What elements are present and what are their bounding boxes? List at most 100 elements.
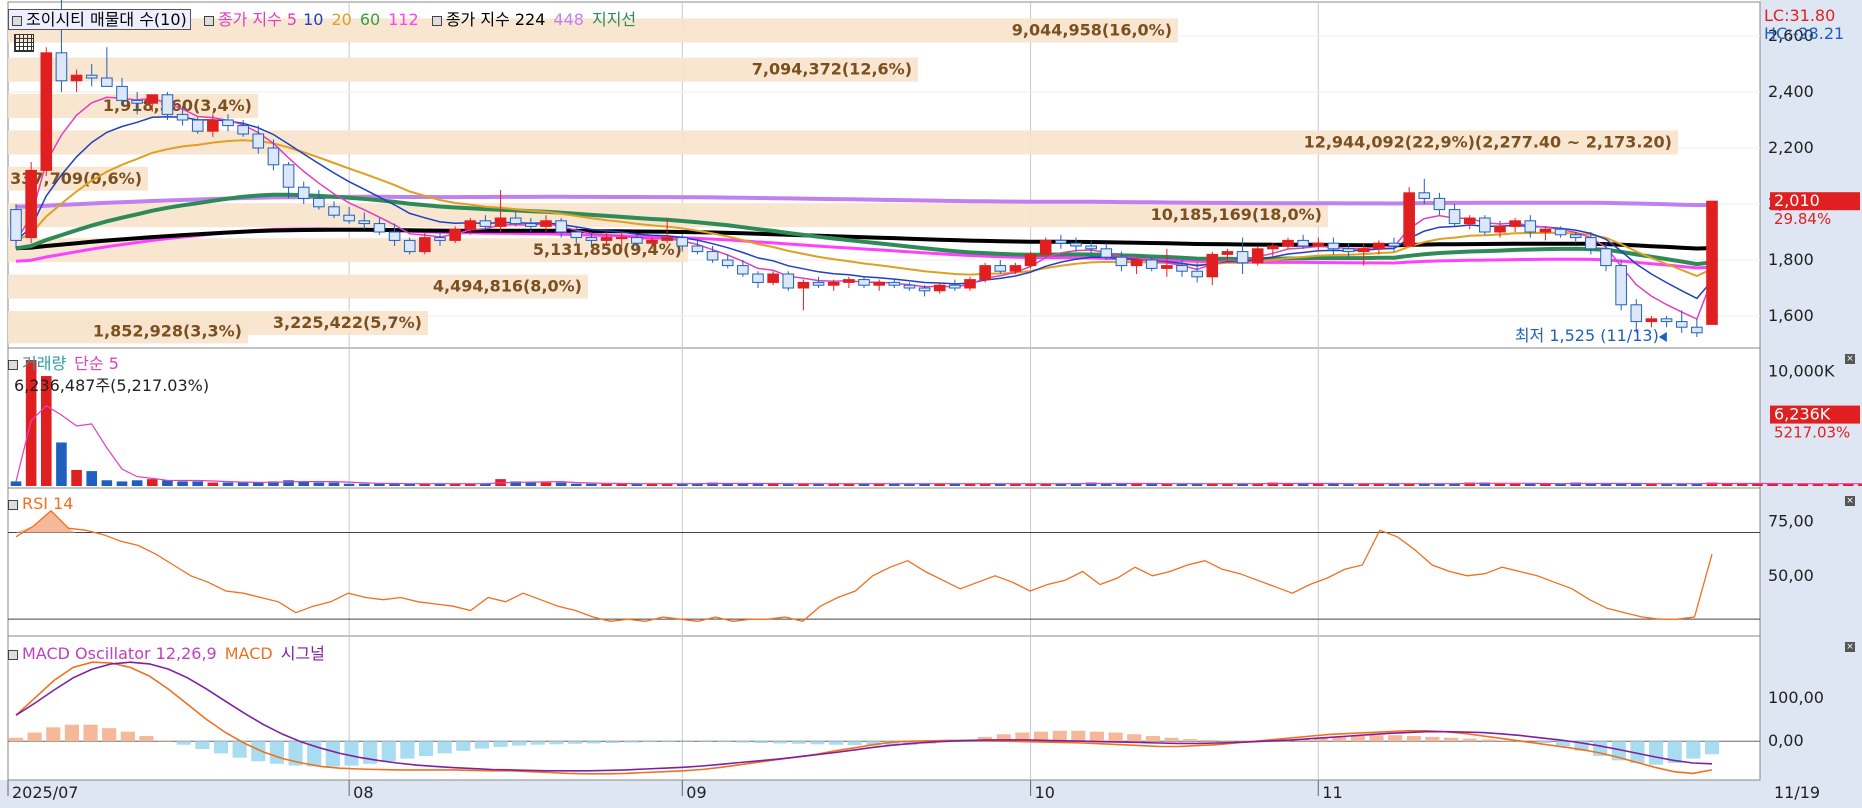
candle-body — [464, 220, 477, 230]
macd-oscillator-bar — [1425, 736, 1440, 742]
candle-body — [237, 125, 249, 135]
candle-body — [1585, 237, 1597, 250]
volume-title[interactable]: 거래량 — [22, 354, 66, 373]
macd-oscillator-bar — [139, 736, 154, 742]
macd-oscillator-bar — [512, 741, 527, 746]
candle-body — [1085, 245, 1097, 250]
macd-oscillator-bar — [1220, 740, 1235, 742]
macd-oscillator-bar — [568, 741, 583, 744]
macd-oscillator-bar — [1089, 731, 1105, 742]
candle-body — [1130, 259, 1143, 267]
candle-body — [10, 209, 22, 241]
candle-body — [161, 94, 174, 115]
candle-body — [1373, 242, 1385, 250]
volume-bar — [177, 481, 188, 486]
macd-osc-label[interactable]: MACD Oscillator 12,26,9 — [22, 644, 217, 663]
candle-body — [661, 237, 673, 241]
candle-body — [1524, 220, 1537, 233]
volume-bar — [146, 479, 158, 486]
candle-body — [570, 231, 583, 239]
x-tick-label: 11 — [1322, 783, 1342, 802]
candle-body — [40, 52, 53, 171]
volume-bar — [10, 481, 22, 486]
macd-oscillator-bar — [661, 741, 676, 743]
rsi-title[interactable]: RSI 14 — [22, 494, 73, 513]
macd-oscillator-bar — [213, 741, 229, 754]
rsi-tick-label: 50,00 — [1768, 566, 1814, 585]
candle-body — [176, 113, 189, 121]
ma448-label[interactable]: 448 — [553, 10, 584, 29]
vp-label[interactable]: 조이시티 매물대 수(10) — [26, 10, 187, 29]
candle-body — [1024, 253, 1037, 267]
candle-body — [434, 237, 446, 241]
volume-bar — [1494, 483, 1506, 486]
macd-oscillator-bar — [1071, 730, 1086, 742]
candle-body — [1115, 256, 1128, 267]
support-label[interactable]: 지지선 — [592, 10, 636, 29]
volume-bar — [343, 483, 355, 486]
ma20-label[interactable]: 20 — [331, 10, 351, 29]
volume-bar — [540, 482, 552, 486]
hc-readout: HC:-28.21 — [1764, 24, 1845, 43]
macd-oscillator-bar — [1388, 735, 1403, 742]
candle-body — [615, 237, 628, 240]
ma5-label[interactable]: 종가 지수 5 — [218, 10, 297, 29]
candle-body — [1009, 265, 1022, 272]
volume-tick-label: 10,000K — [1768, 361, 1835, 380]
macd-oscillator-bar — [586, 741, 601, 744]
ma10-label[interactable]: 10 — [303, 10, 323, 29]
volume-ma-label[interactable]: 단순 5 — [74, 354, 119, 373]
candle-body — [721, 259, 734, 267]
candle-body — [1691, 326, 1703, 334]
candle-body — [1403, 192, 1415, 247]
candle-body — [1312, 242, 1325, 247]
macd-oscillator-bar — [1704, 741, 1720, 755]
candle-body — [812, 281, 825, 286]
ma224-label[interactable]: 종가 지수 224 — [446, 10, 546, 29]
candle-body — [540, 220, 552, 227]
candle-body — [191, 119, 204, 132]
x-tick-label: 10 — [1035, 783, 1055, 802]
macd-oscillator-bar — [418, 741, 434, 757]
candle-body — [752, 273, 764, 283]
candle-body — [585, 237, 598, 241]
macd-oscillator-bar — [1350, 736, 1365, 742]
candle-body — [1660, 318, 1673, 323]
macd-oscillator-bar — [400, 741, 415, 759]
macd-oscillator-bar — [1164, 737, 1179, 742]
x-tick-label: 09 — [686, 783, 706, 802]
candle-body — [1615, 265, 1627, 306]
candle-body — [1463, 217, 1476, 225]
x-tick-label: 08 — [353, 783, 373, 802]
rsi-tick-label: 75,00 — [1768, 512, 1814, 531]
candle-body — [1433, 197, 1446, 211]
candle-body — [116, 85, 128, 101]
candle-body — [994, 265, 1007, 272]
candle-body — [1297, 239, 1309, 247]
candle-body — [827, 281, 840, 286]
macd-oscillator-bar — [176, 741, 191, 745]
candle-body — [1236, 251, 1249, 264]
macd-oscillator-bar — [120, 731, 135, 742]
candle-body — [1221, 251, 1234, 255]
candle-body — [1282, 239, 1294, 247]
candle-body — [737, 265, 749, 275]
macd-oscillator-bar — [642, 741, 657, 743]
macd-oscillator-bar — [1369, 735, 1384, 742]
ma112-label[interactable]: 112 — [388, 10, 419, 29]
volume-bar — [1524, 483, 1536, 486]
candle-body — [267, 147, 280, 166]
macd-oscillator-bar — [1201, 739, 1216, 742]
volume-bar — [252, 482, 264, 486]
macd-oscillator-bar — [754, 741, 769, 743]
candle-body — [1206, 253, 1219, 278]
signal-label[interactable]: 시그널 — [281, 644, 325, 663]
ma60-label[interactable]: 60 — [360, 10, 380, 29]
candle-body — [555, 220, 567, 233]
stock-chart[interactable]: 2,6002,4002,2002,0001,8001,6009,044,958(… — [0, 0, 1862, 808]
macd-label[interactable]: MACD — [225, 644, 273, 663]
candle-body — [1388, 242, 1400, 247]
volume-profile-label: 5,131,850(9,4%) — [533, 240, 682, 259]
volume-profile-label: 1,852,928(3,3%) — [93, 321, 242, 340]
macd-oscillator-bar — [437, 741, 452, 754]
